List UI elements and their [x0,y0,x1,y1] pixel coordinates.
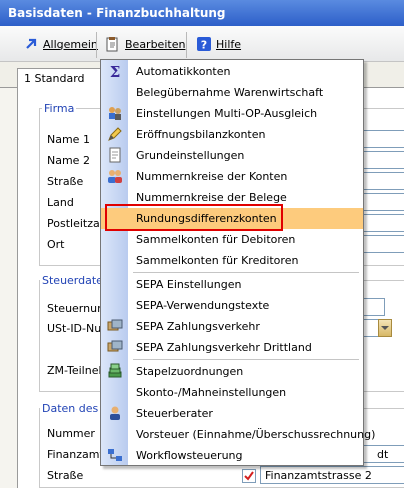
advisor-icon [107,405,123,421]
menu-bearbeiten[interactable]: Bearbeiten [102,34,188,54]
label-nummer: Nummer [47,427,95,440]
menu-item-label: Vorsteuer (Einnahme/Überschussrechnung) [136,428,376,441]
menu-item-label: SEPA Zahlungsverkehr [136,320,260,333]
menu-item-beleguebernahme[interactable]: Belegübernahme Warenwirtschaft [101,82,363,103]
menu-item-sammelkonten-debitoren[interactable]: Sammelkonten für Debitoren [101,229,363,250]
people-icon [107,168,123,184]
menu-item-label: Nummernkreise der Belege [136,191,287,204]
menu-item-label: Stapelzuordnungen [136,365,244,378]
menu-item-automatikkonten[interactable]: Σ Automatikkonten [101,61,363,82]
tab-standard[interactable]: 1 Standard [17,68,102,89]
menu-item-label: Steuerberater [136,407,213,420]
label-name1: Name 1 [47,133,90,146]
label-postleitzahl: Postleitzah [47,217,107,230]
menu-item-label: Skonto-/Mahneinstellungen [136,386,287,399]
menu-item-label: Sammelkonten für Debitoren [136,233,296,246]
menu-allgemein-label: Allgemein [43,37,98,51]
menu-item-sammelkonten-kreditoren[interactable]: Sammelkonten für Kreditoren [101,250,363,271]
menu-item-grundeinstellungen[interactable]: Grundeinstellungen [101,145,363,166]
menu-item-label: SEPA Zahlungsverkehr Drittland [136,341,312,354]
workflow-icon [107,447,123,463]
menu-item-label: Eröffnungsbilanzkonten [136,128,266,141]
sepa-transfer-icon [107,339,123,355]
label-ort: Ort [47,238,65,251]
label-steuernummer: Steuernum [47,302,108,315]
menu-item-vorsteuer[interactable]: Vorsteuer (Einnahme/Überschussrechnung) [101,424,375,445]
finanzamt-strasse-input[interactable]: Finanzamtstrasse 2 [260,466,404,484]
menu-item-sepa-einstellungen[interactable]: SEPA Einstellungen [101,274,363,295]
svg-text:?: ? [201,39,207,52]
menu-item-steuerberater[interactable]: Steuerberater [101,403,363,424]
menu-separator [133,359,359,360]
menu-hilfe-label: Hilfe [216,37,242,51]
menu-item-sepa-zahlungsverkehr[interactable]: SEPA Zahlungsverkehr [101,316,363,337]
help-icon: ? [196,36,212,52]
finanzamt-strasse-value: Finanzamtstrasse 2 [265,469,372,482]
label-strasse: Straße [47,175,84,188]
menu-item-nummernkreise-konten[interactable]: Nummernkreise der Konten [101,166,363,187]
stack-icon [107,363,123,379]
menu-separator [133,272,359,273]
label-zm-teilnehmer: ZM-Teilneh [47,364,106,377]
menu-item-label: Sammelkonten für Kreditoren [136,254,299,267]
users-settings-icon [107,105,123,121]
menu-bearbeiten-label: Bearbeiten [125,37,186,51]
menu-item-label: Automatikkonten [136,65,231,78]
menu-item-label: SEPA Einstellungen [136,278,242,291]
menu-item-label: Einstellungen Multi-OP-Ausgleich [136,107,318,120]
menu-item-label: Grundeinstellungen [136,149,245,162]
svg-text:Σ: Σ [110,63,121,79]
menu-item-stapelzuordnungen[interactable]: Stapelzuordnungen [101,361,363,382]
menu-item-label: SEPA-Verwendungstexte [136,299,270,312]
menu-item-sepa-zahlungsverkehr-drittland[interactable]: SEPA Zahlungsverkehr Drittland [101,337,363,358]
highlight-annotation-box [105,204,283,231]
group-firma-title: Firma [42,102,77,115]
menubar: Allgemein Bearbeiten ? Hilfe [0,26,404,62]
menu-item-skonto-mahneinstellungen[interactable]: Skonto-/Mahneinstellungen [101,382,363,403]
finanzamt-value: dt [377,448,389,461]
arrow-up-right-icon [23,36,39,52]
pencil-icon [107,126,123,142]
window-title: Basisdaten - Finanzbuchhaltung [0,0,404,26]
menu-item-label: Workflowsteuerung [136,449,243,462]
label-name2: Name 2 [47,154,90,167]
label-ustid: USt-ID-Nu [47,322,102,335]
sigma-icon: Σ [107,63,123,81]
menu-separator [186,32,187,58]
menu-item-workflowsteuerung[interactable]: Workflowsteuerung [101,445,363,466]
menu-item-sepa-verwendungstexte[interactable]: SEPA-Verwendungstexte [101,295,363,316]
label-land: Land [47,196,74,209]
sepa-transfer-icon [107,318,123,334]
document-icon [107,147,123,163]
label-strasse-finanzamt: Straße [47,469,84,482]
ustid-dropdown-button[interactable] [378,319,392,337]
strasse-checkbox[interactable] [242,469,256,483]
menu-item-label: Nummernkreise der Konten [136,170,288,183]
menu-hilfe[interactable]: ? Hilfe [193,34,244,54]
menu-item-label: Belegübernahme Warenwirtschaft [136,86,324,99]
menu-item-eroeffnungsbilanzkonten[interactable]: Eröffnungsbilanzkonten [101,124,363,145]
document-edit-icon [105,36,121,52]
menu-separator [96,32,97,58]
menu-allgemein[interactable]: Allgemein [20,34,101,54]
menu-item-multi-op-ausgleich[interactable]: Einstellungen Multi-OP-Ausgleich [101,103,363,124]
bearbeiten-dropdown-menu: Σ Automatikkonten Belegübernahme Warenwi… [100,59,375,466]
label-finanzamt: Finanzamt [47,448,104,461]
